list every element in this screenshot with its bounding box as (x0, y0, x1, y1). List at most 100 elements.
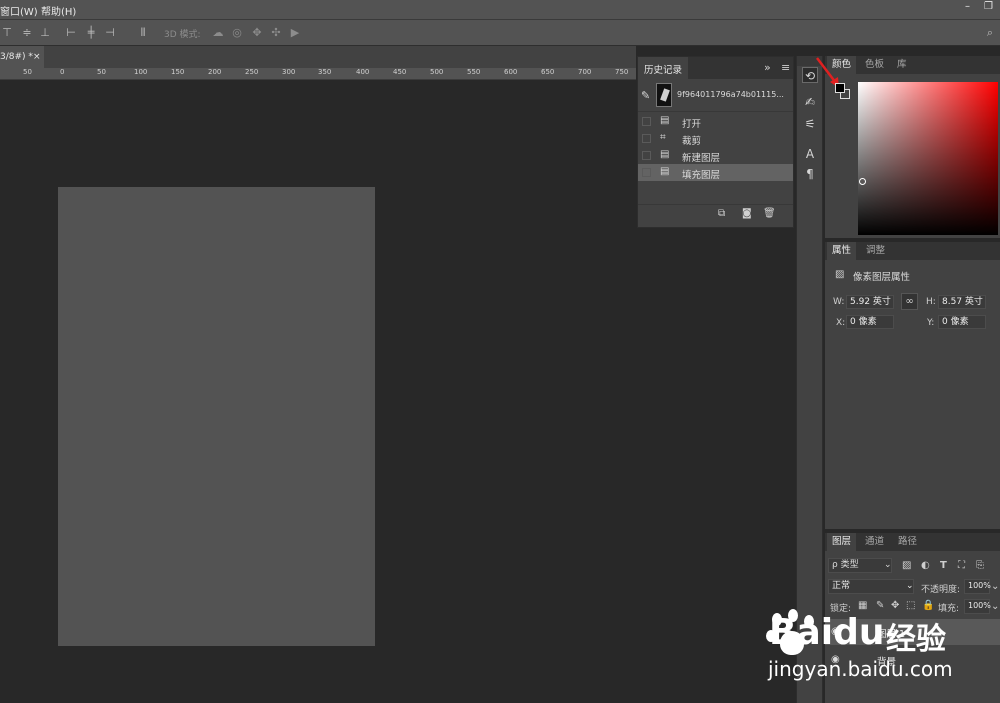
history-item[interactable]: ▤ 新建图层 (638, 147, 793, 164)
history-item-label: 打开 (682, 119, 702, 130)
trash-icon[interactable]: 🗑 (763, 208, 776, 219)
filter-pixel-icon[interactable]: ▨ (902, 560, 911, 571)
ruler-tick-label: 200 (208, 68, 222, 76)
restore-button[interactable]: ❐ (984, 1, 993, 12)
paragraph-icon[interactable]: ¶ (802, 166, 818, 182)
color-panel: 颜色 色板 库 (825, 56, 1000, 238)
brush-icon[interactable]: ✍ (802, 94, 818, 110)
properties-panel: 属性 调整 ▨ 像素图层属性 W: 5.92 英寸 ∞ H: 8.57 英寸 X… (825, 242, 1000, 529)
align-left-icon[interactable]: ⊢ (64, 26, 78, 40)
align-top-icon[interactable]: ⊤ (0, 26, 14, 40)
x-field[interactable]: 0 像素 (846, 315, 894, 329)
tab-layers[interactable]: 图层 (827, 533, 857, 551)
history-panel: 历史记录 » ≡ ✎ 9f964011796a74b01115... ▤ 打开 … (637, 56, 794, 228)
baidu-jingyan-text: 经验 (886, 622, 946, 657)
document-tab-bar: 3/8#) * × (0, 46, 636, 68)
ruler-tick-label: 400 (356, 68, 370, 76)
x-label: X: (836, 318, 846, 328)
layer-filter-label: ρ 类型 (832, 560, 859, 570)
color-picker-cursor[interactable] (859, 178, 866, 185)
history-item-label: 新建图层 (682, 153, 721, 164)
link-icon[interactable]: ∞ (901, 293, 918, 310)
filter-smart-object-icon[interactable]: ⎘ (976, 560, 984, 571)
history-item[interactable]: ⌗ 裁剪 (638, 130, 793, 147)
history-checkbox[interactable] (642, 134, 651, 143)
history-checkbox[interactable] (642, 168, 651, 177)
expand-panel-icon[interactable]: » (764, 61, 771, 74)
document-tab-title: 3/8#) * (0, 52, 33, 62)
align-hcenter-icon[interactable]: ╪ (84, 26, 98, 40)
history-panel-title[interactable]: 历史记录 (638, 57, 688, 79)
search-icon[interactable]: ⌕ (983, 26, 997, 40)
align-vcenter-icon[interactable]: ≑ (20, 26, 34, 40)
ruler-tick-label: 350 (318, 68, 332, 76)
height-field[interactable]: 8.57 英寸 (938, 295, 986, 309)
document-tab[interactable]: 3/8#) * × (0, 46, 44, 68)
opacity-field[interactable]: 100% (964, 579, 991, 594)
w-label: W: (833, 297, 845, 307)
snapshot-name: 9f964011796a74b01115... (677, 90, 784, 99)
3d-scale-icon[interactable]: ▶ (288, 26, 302, 40)
opacity-label: 不透明度: (921, 585, 961, 595)
history-checkbox[interactable] (642, 151, 651, 160)
blend-mode-select[interactable]: 正常 ⌄ (828, 579, 914, 594)
crop-icon: ⌗ (660, 132, 666, 143)
ruler-tick-label: 100 (134, 68, 148, 76)
minimize-button[interactable]: – (965, 1, 970, 12)
filter-adjustment-icon[interactable]: ◐ (921, 560, 930, 571)
menu-window[interactable]: 窗口(W) (0, 3, 38, 18)
foreground-color-swatch[interactable] (835, 83, 845, 93)
ruler-tick-label: 0 (60, 68, 65, 76)
3d-roll-icon[interactable]: ◎ (230, 26, 244, 40)
tab-libraries[interactable]: 库 (892, 56, 912, 74)
document-canvas[interactable] (58, 187, 375, 646)
3d-slide-icon[interactable]: ✣ (269, 26, 283, 40)
ruler-tick-label: 500 (430, 68, 444, 76)
divider (638, 204, 793, 205)
width-field[interactable]: 5.92 英寸 (846, 295, 894, 309)
chevron-down-icon: ⌄ (906, 581, 914, 591)
new-document-from-state-icon[interactable]: ⧉ (718, 208, 725, 219)
history-item-active[interactable]: ▤ 填充图层 (638, 164, 793, 181)
panel-menu-icon[interactable]: ≡ (781, 61, 790, 74)
tab-adjustments[interactable]: 调整 (861, 242, 890, 260)
3d-mode-label: 3D 模式: (164, 30, 201, 40)
history-snapshot[interactable]: ✎ 9f964011796a74b01115... (638, 81, 793, 110)
filter-shape-icon[interactable]: ⛶ (958, 560, 965, 571)
y-label: Y: (927, 318, 935, 328)
camera-icon[interactable]: ◙ (742, 208, 752, 219)
ruler-tick-label: 550 (467, 68, 481, 76)
h-label: H: (926, 297, 936, 307)
tab-properties[interactable]: 属性 (827, 242, 857, 260)
menu-help[interactable]: 帮助(H) (41, 3, 76, 18)
history-checkbox[interactable] (642, 117, 651, 126)
y-field[interactable]: 0 像素 (938, 315, 986, 329)
brush-settings-icon[interactable]: ⚟ (802, 116, 818, 132)
3d-pan-icon[interactable]: ✥ (250, 26, 264, 40)
history-brush-icon[interactable]: ✎ (641, 89, 650, 102)
align-right-icon[interactable]: ⊣ (103, 26, 117, 40)
image-layer-icon: ▨ (835, 269, 845, 280)
distribute-icon[interactable]: ⫴ (136, 26, 150, 40)
character-icon[interactable]: A (802, 146, 818, 162)
3d-orbit-icon[interactable]: ☁ (211, 26, 225, 40)
ruler-tick-label: 150 (171, 68, 185, 76)
align-bottom-icon[interactable]: ⊥ (38, 26, 52, 40)
filter-type-icon[interactable]: T (940, 560, 947, 571)
options-bar: ⊤ ≑ ⊥ ⊢ ╪ ⊣ ⫴ 3D 模式: ☁ ◎ ✥ ✣ ▶ ⌕ (0, 20, 1000, 46)
color-picker-field[interactable] (858, 82, 998, 235)
ruler-tick-label: 700 (578, 68, 592, 76)
chevron-down-icon[interactable]: ⌄ (991, 581, 999, 592)
tab-channels[interactable]: 通道 (860, 533, 889, 551)
divider (638, 111, 793, 112)
thumbnail-figure (660, 88, 670, 102)
close-tab-icon[interactable]: × (33, 46, 41, 68)
history-item[interactable]: ▤ 打开 (638, 113, 793, 130)
history-item-label: 裁剪 (682, 136, 702, 147)
tab-swatches[interactable]: 色板 (860, 56, 889, 74)
snapshot-thumbnail (656, 83, 672, 107)
layer-filter-select[interactable]: ρ 类型 ⌄ (828, 558, 892, 573)
watermark-url: jingyan.baidu.com (768, 657, 953, 681)
tab-paths[interactable]: 路径 (893, 533, 922, 551)
document-icon: ▤ (660, 166, 670, 177)
